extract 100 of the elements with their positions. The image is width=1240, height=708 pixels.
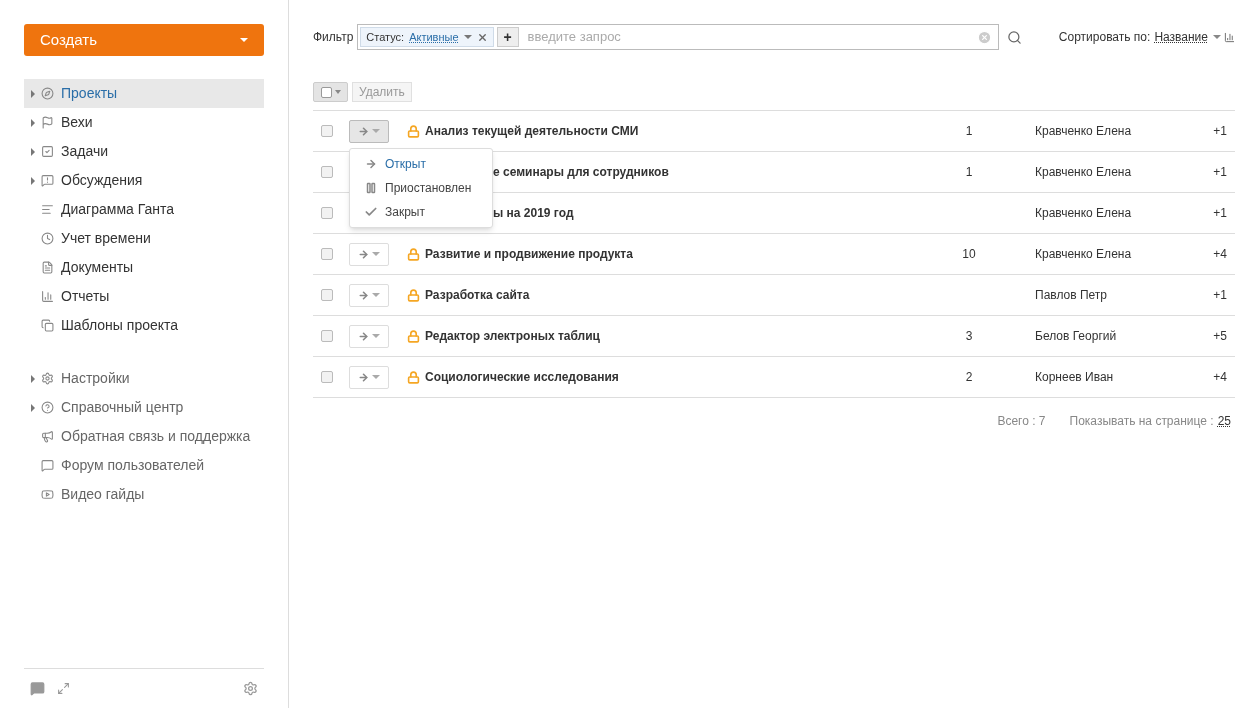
expand-arrow-icon[interactable] <box>31 89 35 98</box>
compass-icon <box>41 87 54 100</box>
expand-arrow-icon[interactable] <box>31 147 35 156</box>
chat-icon[interactable] <box>30 681 45 696</box>
row-checkbox[interactable] <box>321 125 333 137</box>
search-placeholder: введите запрос <box>527 28 622 47</box>
project-manager[interactable]: Корнеев Иван <box>1035 368 1195 386</box>
flag-icon <box>41 116 54 129</box>
expand-arrow-icon[interactable] <box>31 118 35 127</box>
status-button[interactable] <box>349 242 389 266</box>
project-manager[interactable]: Кравченко Елена <box>1035 204 1195 222</box>
project-manager[interactable]: Кравченко Елена <box>1035 122 1195 140</box>
team-count: +1 <box>1212 205 1227 222</box>
nav-item[interactable]: Вехи <box>24 108 264 137</box>
row-checkbox[interactable] <box>321 166 333 178</box>
arrow-icon <box>358 371 369 383</box>
nav-item[interactable]: Учет времени <box>24 224 264 253</box>
arrow-icon <box>358 248 369 260</box>
arrow-icon <box>358 289 369 301</box>
task-count: 10 <box>961 246 977 263</box>
expand-icon[interactable] <box>57 682 70 695</box>
row-checkbox[interactable] <box>321 289 333 301</box>
status-button[interactable] <box>349 324 389 348</box>
project-manager[interactable]: Кравченко Елена <box>1035 245 1195 263</box>
task-count: 3 <box>964 328 974 345</box>
project-manager[interactable]: Кравченко Елена <box>1035 163 1195 181</box>
row-checkbox[interactable] <box>321 248 333 260</box>
clear-icon[interactable] <box>977 29 993 45</box>
team-count: +4 <box>1212 369 1227 386</box>
bar-chart-icon <box>41 290 54 303</box>
nav-item[interactable]: Задачи <box>24 137 264 166</box>
project-title[interactable]: Развитие и продвижение продукта <box>425 245 949 263</box>
nav-item[interactable]: Обсуждения <box>24 166 264 195</box>
total-count: Всего : 7 <box>997 413 1046 430</box>
task-count: 2 <box>964 369 974 386</box>
status-button[interactable] <box>349 283 389 307</box>
row-checkbox[interactable] <box>321 330 333 342</box>
settings-icon[interactable] <box>243 681 258 696</box>
checkbox-icon <box>41 145 54 158</box>
project-title[interactable]: е семинары для сотрудников <box>493 163 949 181</box>
team-count: +1 <box>1212 287 1227 304</box>
nav-item[interactable]: Отчеты <box>24 282 264 311</box>
project-title[interactable]: ы на 2019 год <box>493 204 949 222</box>
caret-icon <box>240 38 248 42</box>
project-title[interactable]: Разработка сайта <box>425 286 949 304</box>
document-icon <box>41 261 54 274</box>
menu-item[interactable]: Закрыт <box>350 200 492 224</box>
search-icon[interactable] <box>1007 29 1023 45</box>
filter-label: Фильтр <box>313 29 354 46</box>
nav-item[interactable]: Шаблоны проекта <box>24 311 264 340</box>
project-manager[interactable]: Павлов Петр <box>1035 286 1195 304</box>
filter-chip[interactable]: Статус: Активные <box>360 27 494 47</box>
check-icon <box>364 205 378 219</box>
per-page-value[interactable]: 25 <box>1217 412 1231 430</box>
arrow-icon <box>358 125 369 137</box>
expand-arrow-icon[interactable] <box>31 403 35 412</box>
menu-item[interactable]: Приостановлен <box>350 176 492 200</box>
team-count: +1 <box>1212 123 1227 140</box>
project-title[interactable]: Редактор электроных таблиц <box>425 327 949 345</box>
expand-arrow-icon[interactable] <box>31 176 35 185</box>
sort-value[interactable]: Название <box>1154 28 1208 46</box>
chat-icon <box>41 459 54 472</box>
add-filter-button[interactable]: + <box>496 27 519 47</box>
copy-icon <box>41 319 54 332</box>
per-page-label: Показывать на странице : <box>1069 413 1214 430</box>
chip-value[interactable]: Активные <box>409 28 459 46</box>
caret-icon <box>463 35 472 39</box>
lines-icon <box>41 203 54 216</box>
status-button[interactable] <box>349 365 389 389</box>
nav-item[interactable]: Форум пользователей <box>24 451 264 480</box>
nav-item[interactable]: Настройки <box>24 364 264 393</box>
expand-arrow-icon[interactable] <box>31 374 35 383</box>
alert-bubble-icon <box>41 174 54 187</box>
chip-key: Статус: <box>366 28 405 46</box>
arrow-icon <box>365 158 377 170</box>
task-count: 1 <box>964 164 974 181</box>
status-button[interactable] <box>349 119 389 143</box>
project-manager[interactable]: Белов Георгий <box>1035 327 1195 345</box>
nav-item[interactable]: Обратная связь и поддержка <box>24 422 264 451</box>
nav-item[interactable]: Видео гайды <box>24 480 264 509</box>
task-count: 1 <box>964 123 974 140</box>
nav-item[interactable]: Диаграмма Ганта <box>24 195 264 224</box>
nav-item[interactable]: Документы <box>24 253 264 282</box>
team-count: +4 <box>1212 246 1227 263</box>
row-checkbox[interactable] <box>321 371 333 383</box>
project-title[interactable]: Анализ текущей деятельности СМИ <box>425 122 949 140</box>
pause-icon <box>365 182 377 194</box>
project-title[interactable]: Социологические исследования <box>425 368 949 386</box>
menu-item[interactable]: Открыт <box>350 152 492 176</box>
select-all-button[interactable] <box>313 82 348 102</box>
team-count: +5 <box>1212 328 1227 345</box>
row-checkbox[interactable] <box>321 207 333 219</box>
caret-icon <box>1213 35 1221 39</box>
nav-item[interactable]: Проекты <box>24 79 264 108</box>
signal-bars-icon[interactable] <box>1224 31 1235 43</box>
team-count: +1 <box>1212 164 1227 181</box>
filter-field[interactable]: Статус: Активные + введите запрос <box>357 24 1000 50</box>
nav-item[interactable]: Справочный центр <box>24 393 264 422</box>
close-icon[interactable] <box>476 31 488 43</box>
question-icon <box>41 401 54 414</box>
